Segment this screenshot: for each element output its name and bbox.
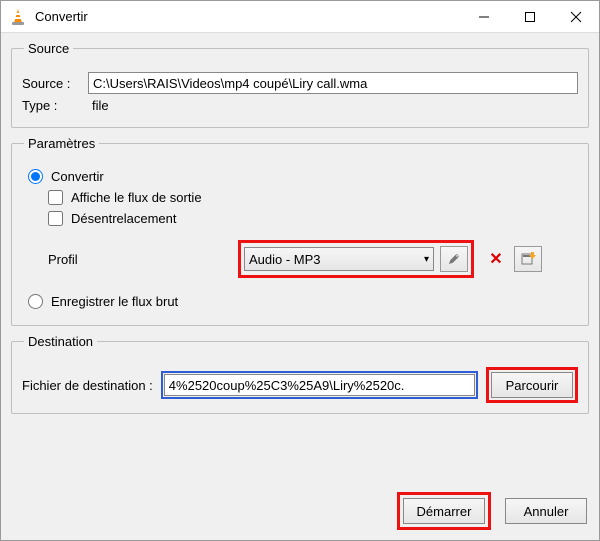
chevron-down-icon: ▾: [424, 254, 429, 265]
type-label: Type :: [22, 98, 80, 113]
vlc-icon: [9, 8, 27, 26]
destination-file-label: Fichier de destination :: [22, 378, 153, 393]
profile-highlight: Audio - MP3 ▾: [238, 240, 474, 278]
deinterlace-label: Désentrelacement: [71, 211, 177, 226]
convert-dialog: Convertir Source Source : Type : file Pa…: [0, 0, 600, 541]
save-raw-radio[interactable]: [28, 294, 43, 309]
dialog-content: Source Source : Type : file Paramètres C…: [1, 33, 599, 486]
source-group: Source Source : Type : file: [11, 41, 589, 128]
profile-label: Profil: [48, 252, 238, 267]
titlebar: Convertir: [1, 1, 599, 33]
cancel-button[interactable]: Annuler: [505, 498, 587, 524]
parameters-legend: Paramètres: [24, 136, 99, 151]
new-profile-button[interactable]: [514, 246, 542, 272]
convert-radio-label: Convertir: [51, 169, 104, 184]
new-profile-icon: [520, 251, 536, 267]
cancel-button-label: Annuler: [524, 504, 569, 519]
delete-profile-button[interactable]: ✕: [482, 246, 510, 272]
show-output-checkbox[interactable]: [48, 190, 63, 205]
close-button[interactable]: [553, 1, 599, 33]
source-input[interactable]: [88, 72, 578, 94]
maximize-button[interactable]: [507, 1, 553, 33]
profile-selected-value: Audio - MP3: [249, 252, 321, 267]
convert-radio[interactable]: [28, 169, 43, 184]
dialog-footer: Démarrer Annuler: [1, 486, 599, 540]
profile-select[interactable]: Audio - MP3 ▾: [244, 247, 434, 271]
save-raw-label: Enregistrer le flux brut: [51, 294, 178, 309]
source-label: Source :: [22, 76, 80, 91]
destination-legend: Destination: [24, 334, 97, 349]
parameters-group: Paramètres Convertir Affiche le flux de …: [11, 136, 589, 326]
destination-group: Destination Fichier de destination : Par…: [11, 334, 589, 414]
delete-icon: ✕: [489, 249, 502, 269]
window-title: Convertir: [35, 9, 88, 24]
show-output-label: Affiche le flux de sortie: [71, 190, 202, 205]
browse-button-label: Parcourir: [506, 378, 559, 393]
start-button[interactable]: Démarrer: [403, 498, 485, 524]
destination-input-highlight: [161, 371, 478, 399]
browse-button[interactable]: Parcourir: [491, 372, 573, 398]
type-value: file: [88, 98, 109, 113]
source-legend: Source: [24, 41, 73, 56]
wrench-icon: [446, 251, 462, 267]
edit-profile-button[interactable]: [440, 246, 468, 272]
minimize-button[interactable]: [461, 1, 507, 33]
browse-highlight: Parcourir: [486, 367, 578, 403]
destination-input[interactable]: [164, 374, 475, 396]
start-highlight: Démarrer: [397, 492, 491, 530]
deinterlace-checkbox[interactable]: [48, 211, 63, 226]
start-button-label: Démarrer: [417, 504, 472, 519]
